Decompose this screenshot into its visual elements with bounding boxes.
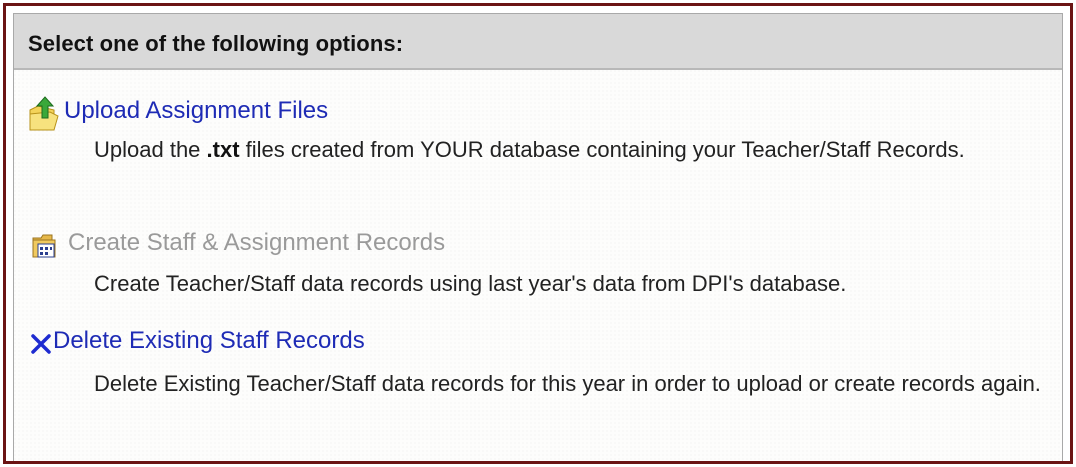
delete-existing-staff-records-description: Delete Existing Teacher/Staff data recor… <box>94 371 1041 396</box>
create-staff-assignment-records-description: Create Teacher/Staff data records using … <box>94 271 847 296</box>
options-panel: Select one of the following options: Upl… <box>13 13 1063 461</box>
folder-upload-icon <box>28 96 62 132</box>
delete-existing-staff-records-label: Delete Existing Staff Records <box>53 327 365 354</box>
upload-assignment-files-link[interactable]: Upload Assignment Files <box>28 90 328 132</box>
delete-x-icon <box>30 333 52 355</box>
create-staff-assignment-records-link[interactable]: Create Staff & Assignment Records <box>32 226 445 260</box>
panel-title: Select one of the following options: <box>28 31 404 56</box>
panel-header: Select one of the following options: <box>14 14 1062 70</box>
description-text: files created from YOUR database contain… <box>239 137 965 162</box>
description-text: Upload the <box>94 137 207 162</box>
upload-assignment-files-label: Upload Assignment Files <box>64 97 329 124</box>
delete-existing-staff-records-link[interactable]: Delete Existing Staff Records <box>30 327 365 355</box>
create-staff-assignment-records-label: Create Staff & Assignment Records <box>68 229 446 256</box>
txt-extension-text: .txt <box>206 137 240 162</box>
folder-records-icon <box>32 232 58 260</box>
options-panel-frame: Select one of the following options: Upl… <box>3 3 1073 464</box>
upload-assignment-files-description: Upload the .txt files created from YOUR … <box>94 134 1054 165</box>
